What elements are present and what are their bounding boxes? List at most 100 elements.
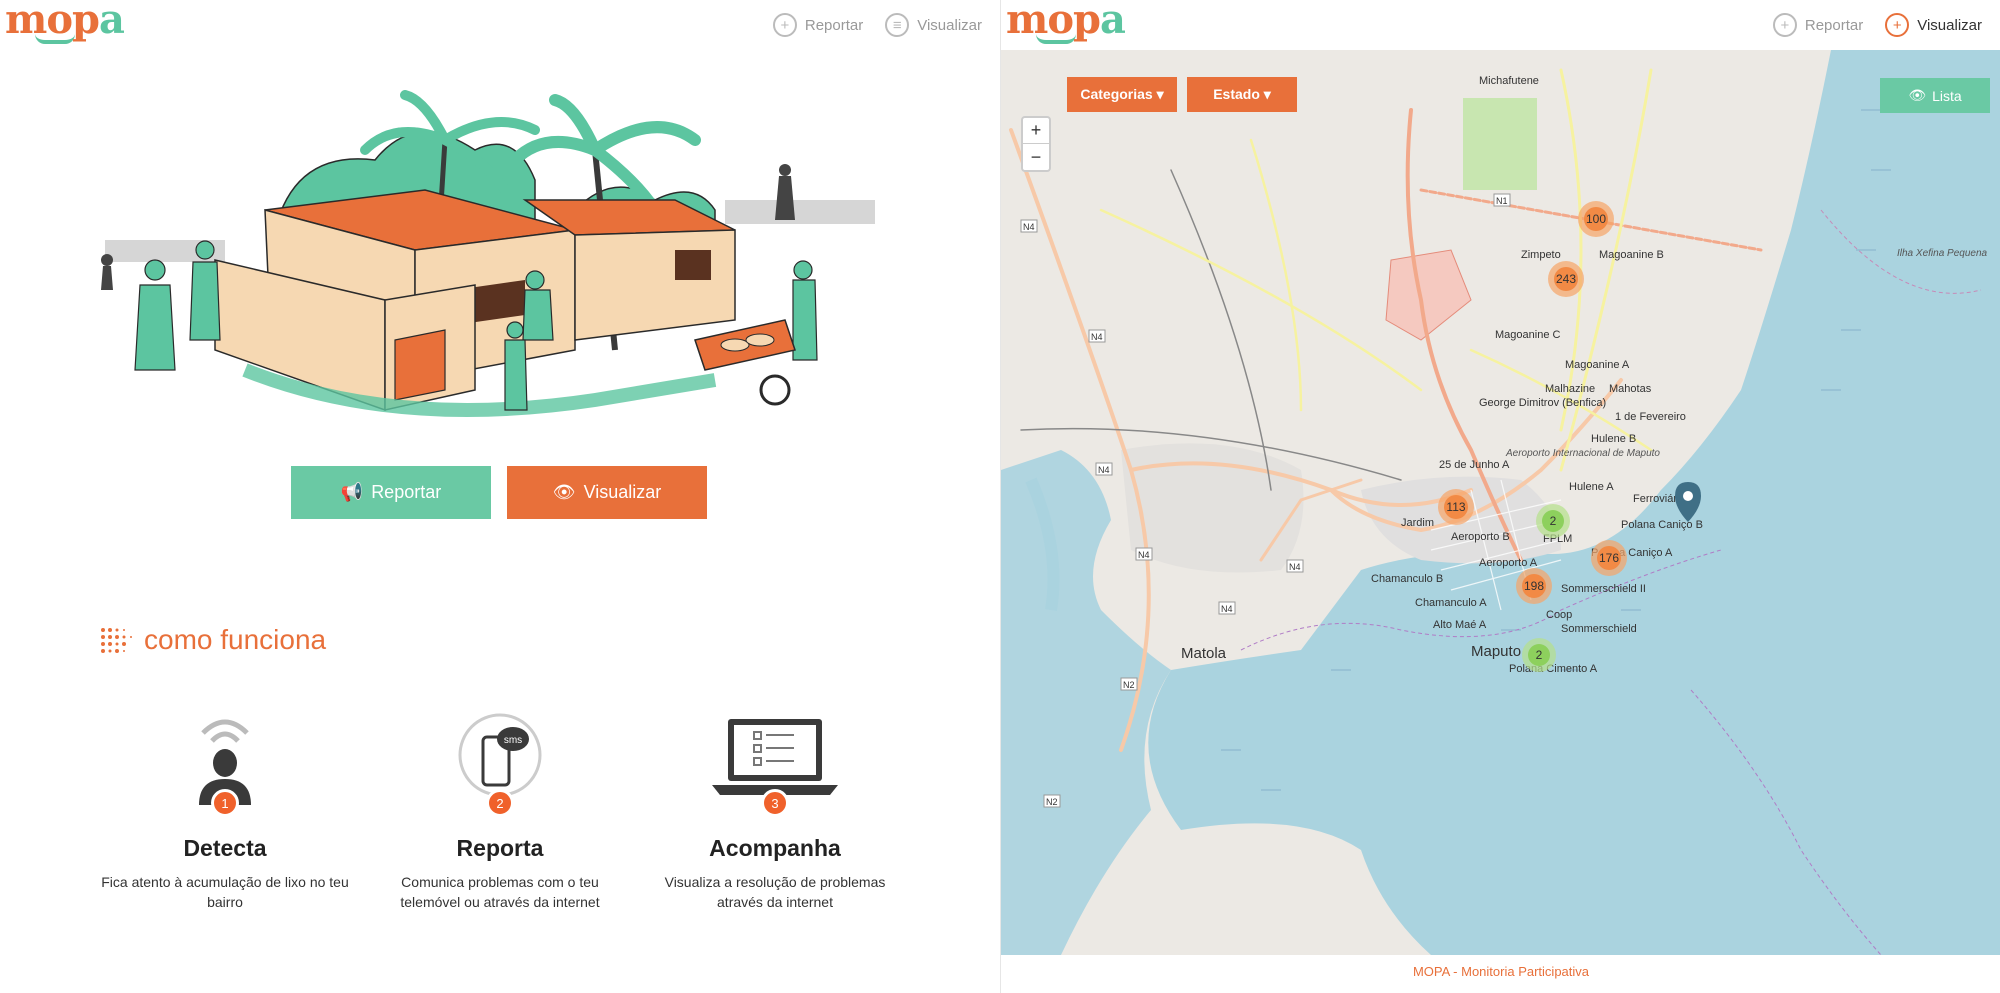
step-number: 1 — [211, 789, 239, 817]
top-nav: + Reportar + Visualizar — [1772, 13, 1982, 37]
map-pane: mopa + Reportar + Visualizar N4 N4 N4 N4… — [1000, 0, 2000, 993]
list-view-button[interactable]: 👁 Lista — [1880, 78, 1990, 113]
road-shield: N1 — [1496, 196, 1508, 206]
cluster-marker[interactable]: 2 — [1522, 638, 1556, 672]
top-nav: + Reportar ≡ Visualizar — [772, 13, 982, 37]
map-label: Aeroporto Internacional de Maputo — [1505, 448, 1660, 459]
cluster-marker[interactable]: 100 — [1578, 201, 1614, 237]
map-label: Aeroporto B — [1451, 531, 1510, 543]
nav-report-link[interactable]: + Reportar — [772, 13, 864, 37]
sms-badge-text: sms — [504, 735, 522, 746]
map-label: Hulene B — [1591, 433, 1636, 445]
map-label: Matola — [1181, 645, 1227, 662]
cluster-marker[interactable]: 243 — [1548, 261, 1584, 297]
report-button[interactable]: 📢 Reportar — [291, 466, 491, 519]
cluster-marker[interactable]: 2 — [1536, 504, 1570, 538]
nav-report-label: Reportar — [1804, 16, 1864, 34]
map-label: Hulene A — [1569, 481, 1614, 493]
map-label: Alto Maé A — [1433, 619, 1487, 631]
svg-text:113: 113 — [1446, 500, 1465, 514]
nav-report-label: Reportar — [804, 16, 864, 34]
list-circle-icon: ≡ — [885, 13, 910, 37]
nav-view-label: Visualizar — [917, 16, 982, 34]
eye-icon: 👁 — [1908, 87, 1927, 103]
map-label: Chamanculo B — [1371, 573, 1443, 585]
road-shield: N4 — [1138, 550, 1150, 560]
map-tiles: N4 N4 N4 N4 N4 N4 N1 N2 N2 Michafutene Z… — [1001, 50, 2000, 955]
zoom-in-button[interactable]: + — [1023, 118, 1049, 144]
road-shield: N4 — [1221, 604, 1233, 614]
map-label: Sommerschield — [1561, 623, 1637, 635]
step-title: Detecta — [183, 835, 267, 861]
road-shield: N4 — [1023, 222, 1035, 232]
steps-list: 1 Detecta Fica atento à acumulação de li… — [100, 705, 900, 912]
list-view-label: Lista — [1932, 87, 1962, 104]
svg-text:100: 100 — [1586, 212, 1606, 226]
zoom-out-button[interactable]: − — [1023, 144, 1049, 170]
step-description: Fica atento à acumulação de lixo no teu … — [101, 874, 349, 910]
road-shield: N2 — [1046, 797, 1058, 807]
categories-dropdown[interactable]: Categorias ▾ — [1067, 77, 1177, 112]
megaphone-icon: 📢 — [340, 482, 364, 502]
footer-text: MOPA - Monitoria Participativa — [1412, 964, 1590, 979]
map-label: Maputo — [1471, 643, 1521, 660]
map-label: Chamanculo A — [1415, 597, 1487, 609]
mopa-logo[interactable]: mopa — [1006, 0, 1126, 44]
road-shield: N4 — [1091, 332, 1103, 342]
dot-grid-icon — [101, 628, 132, 653]
map-label: Magoanine A — [1565, 359, 1630, 371]
neighborhood-illustration — [101, 90, 875, 417]
view-button[interactable]: 👁 Visualizar — [507, 466, 707, 519]
map-canvas[interactable]: N4 N4 N4 N4 N4 N4 N1 N2 N2 Michafutene Z… — [1001, 50, 2000, 955]
report-button-label: Reportar — [371, 482, 442, 502]
plus-circle-icon: + — [772, 13, 797, 37]
map-label: 25 de Junho A — [1439, 459, 1510, 471]
plus-circle-icon: + — [1885, 13, 1910, 37]
view-button-label: Visualizar — [583, 482, 662, 502]
step-follow: 3 Acompanha Visualiza a resolução de pro… — [650, 705, 900, 912]
nav-view-link[interactable]: ≡ Visualizar — [885, 13, 982, 37]
map-label: 1 de Fevereiro — [1615, 411, 1686, 423]
how-it-works-heading: como funciona — [100, 624, 326, 656]
svg-text:243: 243 — [1556, 272, 1576, 286]
step-title: Reporta — [456, 835, 544, 861]
map-label: Polana Caniço B — [1621, 519, 1703, 531]
map-label: Mahotas — [1609, 383, 1652, 395]
svg-text:2: 2 — [1536, 648, 1543, 662]
road-shield: N4 — [1098, 465, 1110, 475]
step-detect: 1 Detecta Fica atento à acumulação de li… — [100, 705, 350, 912]
road-shield: N4 — [1289, 562, 1301, 572]
cluster-marker[interactable]: 198 — [1516, 568, 1552, 604]
map-label: Zimpeto — [1521, 249, 1561, 261]
map-label: Magoanine C — [1495, 329, 1560, 341]
landing-pane: mopa + Reportar ≡ Visualizar 📢 Reportar … — [0, 0, 1000, 993]
plus-circle-icon: + — [1772, 13, 1797, 37]
zoom-control: + − — [1021, 116, 1051, 172]
step-report: sms 2 Reporta Comunica problemas com o t… — [375, 705, 625, 912]
how-it-works-title: como funciona — [144, 624, 327, 655]
eye-icon: 👁 — [552, 482, 576, 502]
map-label: Jardim — [1401, 517, 1434, 529]
step-description: Visualiza a resolução de problemas atrav… — [664, 874, 886, 910]
cluster-marker[interactable]: 176 — [1591, 540, 1627, 576]
step-number: 2 — [486, 789, 514, 817]
nav-view-link[interactable]: + Visualizar — [1885, 13, 1982, 37]
nav-view-label: Visualizar — [1917, 16, 1982, 34]
step-description: Comunica problemas com o teu telemóvel o… — [400, 874, 600, 910]
map-label: Polana Cimento A — [1509, 663, 1598, 675]
svg-text:198: 198 — [1524, 579, 1544, 593]
map-label: Sommerschield II — [1561, 583, 1646, 595]
state-dropdown[interactable]: Estado ▾ — [1187, 77, 1297, 112]
cluster-marker[interactable]: 113 — [1438, 489, 1474, 525]
step-number: 3 — [761, 789, 789, 817]
svg-text:176: 176 — [1599, 551, 1619, 565]
road-shield: N2 — [1123, 680, 1135, 690]
map-label: Aeroporto A — [1479, 557, 1538, 569]
map-label: Coop — [1546, 609, 1572, 621]
cta-row: 📢 Reportar 👁 Visualizar — [291, 466, 707, 519]
map-label: Ilha Xefina Pequena — [1897, 248, 1988, 259]
step-title: Acompanha — [709, 835, 841, 861]
mopa-logo[interactable]: mopa — [5, 0, 125, 44]
nav-report-link[interactable]: + Reportar — [1772, 13, 1864, 37]
svg-text:2: 2 — [1550, 514, 1557, 528]
